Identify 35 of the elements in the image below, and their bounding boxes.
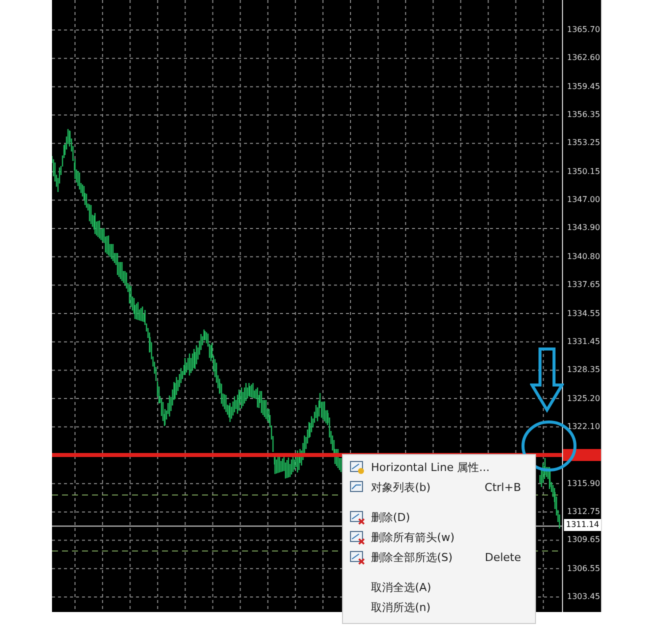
menu-item[interactable]: 删除全部所选(S) Delete: [343, 547, 535, 567]
price-label: 1350.15: [567, 166, 600, 178]
price-label: 1312.75: [567, 506, 600, 518]
price-label: 1303.45: [567, 591, 600, 603]
menu-item[interactable]: 取消全选(A): [343, 577, 535, 597]
price-label: 1322.10: [567, 420, 600, 433]
menu-item[interactable]: 对象列表(b) Ctrl+B: [343, 477, 535, 497]
list-icon: [349, 479, 365, 495]
menu-item[interactable]: 删除所有箭头(w): [343, 527, 535, 547]
price-label: 1365.70: [567, 24, 600, 36]
price-label: 1315.90: [567, 478, 600, 490]
price-label: 1337.65: [567, 279, 600, 292]
price-label: 1340.80: [567, 250, 600, 263]
price-label: 1356.35: [567, 109, 600, 122]
delete-icon: [349, 529, 365, 545]
price-label: 1325.20: [567, 392, 600, 405]
price-label: 1328.35: [567, 364, 600, 376]
price-label: 1331.45: [567, 336, 600, 348]
price-label: 1306.55: [567, 562, 600, 575]
price-label: 1362.60: [567, 52, 600, 64]
down-arrow-icon: [530, 347, 564, 413]
menu-item[interactable]: 取消所选(n): [343, 597, 535, 617]
price-label: 1359.45: [567, 80, 600, 93]
menu-item[interactable]: 删除(D): [343, 507, 535, 527]
menu-item[interactable]: Horizontal Line 属性...: [343, 457, 535, 477]
price-label: 1343.90: [567, 222, 600, 234]
price-label: 1334.55: [567, 308, 600, 320]
delete-icon: [349, 549, 365, 565]
price-label: 1353.25: [567, 137, 600, 150]
price-label: 1347.00: [567, 194, 600, 206]
current-price-label: 1311.14: [564, 519, 602, 532]
price-label: 1309.65: [567, 534, 600, 546]
delete-icon: [349, 509, 365, 525]
price-line-tag: [563, 449, 601, 461]
properties-icon: [349, 459, 365, 475]
